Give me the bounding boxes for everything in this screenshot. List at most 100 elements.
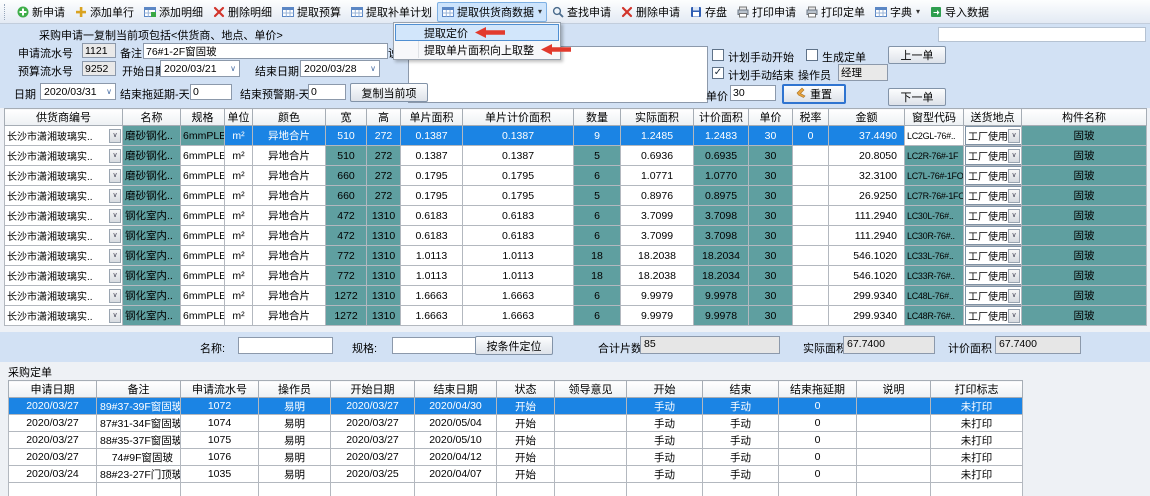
- cell-priced_area[interactable]: 9.9978: [694, 286, 749, 306]
- cell-end[interactable]: 手动: [703, 466, 779, 483]
- cell-leader_opinion[interactable]: [555, 398, 627, 415]
- cell-width[interactable]: 660: [326, 186, 367, 206]
- cell-supplier[interactable]: 长沙市潇湘玻璃实..∨: [5, 126, 123, 146]
- cell-operator[interactable]: 易明: [259, 415, 331, 432]
- cell-qty[interactable]: 18: [574, 246, 621, 266]
- cell-apply_no[interactable]: 1075: [181, 432, 259, 449]
- cell-supplier[interactable]: 长沙市潇湘玻璃实..∨: [5, 206, 123, 226]
- cell-priced_area[interactable]: 0.6935: [694, 146, 749, 166]
- detail-row[interactable]: 长沙市潇湘玻璃实..∨磨砂钢化..6mmPLE..m²异地合片5102720.1…: [5, 146, 1147, 166]
- cell-start_date[interactable]: 2020/03/27: [331, 449, 415, 466]
- cell-end[interactable]: 手动: [703, 449, 779, 466]
- cell-leader_opinion[interactable]: [555, 415, 627, 432]
- cell-apply_date[interactable]: 2020/03/27: [9, 449, 97, 466]
- combo-arrow-icon[interactable]: ∨: [109, 309, 121, 323]
- cell-note[interactable]: [857, 432, 931, 449]
- cell-amount[interactable]: 37.4490: [829, 126, 905, 146]
- combo-arrow-icon[interactable]: ∨: [109, 249, 121, 263]
- cell-width[interactable]: 510: [326, 146, 367, 166]
- cell-color[interactable]: 异地合片: [253, 266, 326, 286]
- cell-window_code[interactable]: LC2GL-76#..: [905, 126, 964, 146]
- toolbar-dictionary-button[interactable]: 字典▾: [870, 2, 925, 22]
- cell-status[interactable]: 开始: [497, 415, 555, 432]
- cell-piece_priced_area[interactable]: 1.6663: [463, 286, 574, 306]
- cell-supplier[interactable]: 长沙市潇湘玻璃实..∨: [5, 306, 123, 326]
- unit-price-field[interactable]: [730, 85, 776, 101]
- cell-piece_priced_area[interactable]: 0.6183: [463, 206, 574, 226]
- cell-print_flag[interactable]: 未打印: [931, 398, 1023, 415]
- cell-start_date[interactable]: 2020/03/27: [331, 398, 415, 415]
- cell-actual_area[interactable]: 18.2038: [621, 266, 694, 286]
- cell-window_code[interactable]: LC30L-76#..: [905, 206, 964, 226]
- cell-amount[interactable]: 32.3100: [829, 166, 905, 186]
- cell-actual_area[interactable]: 9.9979: [621, 306, 694, 326]
- cell-supplier[interactable]: 长沙市潇湘玻璃实..∨: [5, 226, 123, 246]
- cell-piece_area[interactable]: 0.1795: [401, 186, 463, 206]
- cell-color[interactable]: 异地合片: [253, 166, 326, 186]
- cell-end_delay[interactable]: 0: [779, 466, 857, 483]
- toolbar-extract-budget-button[interactable]: 提取预算: [277, 2, 346, 22]
- cell-end[interactable]: 手动: [703, 398, 779, 415]
- combo-arrow-icon[interactable]: ∨: [109, 189, 121, 203]
- cell-height[interactable]: 1310: [367, 266, 401, 286]
- cell-priced_area[interactable]: 9.9978: [694, 306, 749, 326]
- cell-start[interactable]: 手动: [627, 398, 703, 415]
- cell-piece_area[interactable]: 1.6663: [401, 286, 463, 306]
- cell-qty[interactable]: 5: [574, 146, 621, 166]
- cell-window_code[interactable]: LC7R-76#-1FO: [905, 186, 964, 206]
- cell-location[interactable]: 工厂使用∨: [964, 266, 1022, 286]
- cell-height[interactable]: 272: [367, 146, 401, 166]
- cell-operator[interactable]: 易明: [259, 466, 331, 483]
- cell-height[interactable]: 272: [367, 166, 401, 186]
- cell-supplier[interactable]: 长沙市潇湘玻璃实..∨: [5, 286, 123, 306]
- cell-actual_area[interactable]: 1.0771: [621, 166, 694, 186]
- detail-row[interactable]: 长沙市潇湘玻璃实..∨钢化室内..6mmPLE..m²异地合片127213101…: [5, 286, 1147, 306]
- detail-row[interactable]: 长沙市潇湘玻璃实..∨钢化室内..6mmPLE..m²异地合片77213101.…: [5, 246, 1147, 266]
- cell-location[interactable]: 工厂使用∨: [964, 206, 1022, 226]
- cell-unit[interactable]: m²: [225, 306, 253, 326]
- combo-arrow-icon[interactable]: ∨: [109, 269, 121, 283]
- cell-note[interactable]: [857, 449, 931, 466]
- cell-piece_priced_area[interactable]: 0.1387: [463, 126, 574, 146]
- cell-unit_price[interactable]: 30: [749, 146, 793, 166]
- cell-end_delay[interactable]: 0: [779, 398, 857, 415]
- cell-unit_price[interactable]: 30: [749, 246, 793, 266]
- cell-priced_area[interactable]: 1.0770: [694, 166, 749, 186]
- cell-amount[interactable]: 111.2940: [829, 226, 905, 246]
- cell-leader_opinion[interactable]: [555, 466, 627, 483]
- previous-order-button[interactable]: 上一单: [888, 46, 946, 64]
- cell-spec[interactable]: 6mmPLE..: [181, 146, 225, 166]
- combo-arrow-icon[interactable]: ∨: [109, 209, 121, 223]
- cell-priced_area[interactable]: 1.2483: [694, 126, 749, 146]
- cell-window_code[interactable]: LC48L-76#..: [905, 286, 964, 306]
- detail-row[interactable]: 长沙市潇湘玻璃实..∨磨砂钢化..6mmPLE..m²异地合片6602720.1…: [5, 166, 1147, 186]
- cell-height[interactable]: 1310: [367, 226, 401, 246]
- combo-arrow-icon[interactable]: ∨: [1008, 249, 1020, 263]
- cell-location[interactable]: 工厂使用∨: [964, 126, 1022, 146]
- cell-piece_priced_area[interactable]: 0.1795: [463, 166, 574, 186]
- next-order-button[interactable]: 下一单: [888, 88, 946, 106]
- cell-piece_area[interactable]: 0.1795: [401, 166, 463, 186]
- reset-button[interactable]: 重置: [782, 84, 846, 104]
- cell-spec[interactable]: 6mmPLE..: [181, 126, 225, 146]
- cell-name[interactable]: 钢化室内..: [123, 206, 181, 226]
- cell-part_name[interactable]: 固玻: [1022, 126, 1147, 146]
- cell-note[interactable]: [857, 415, 931, 432]
- cell-piece_area[interactable]: 0.6183: [401, 226, 463, 246]
- detail-row[interactable]: 长沙市潇湘玻璃实..∨钢化室内..6mmPLE..m²异地合片47213100.…: [5, 206, 1147, 226]
- cell-status[interactable]: 开始: [497, 398, 555, 415]
- detail-row[interactable]: 长沙市潇湘玻璃实..∨钢化室内..6mmPLE..m²异地合片127213101…: [5, 306, 1147, 326]
- orders-row[interactable]: 2020/03/2488#23-27F门顶玻1035易明2020/03/2520…: [9, 466, 1023, 483]
- cell-name[interactable]: 磨砂钢化..: [123, 166, 181, 186]
- cell-unit[interactable]: m²: [225, 126, 253, 146]
- cell-supplier[interactable]: 长沙市潇湘玻璃实..∨: [5, 246, 123, 266]
- cell-piece_area[interactable]: 0.1387: [401, 146, 463, 166]
- cell-unit[interactable]: m²: [225, 266, 253, 286]
- cell-qty[interactable]: 6: [574, 166, 621, 186]
- cell-name[interactable]: 钢化室内..: [123, 246, 181, 266]
- cell-piece_area[interactable]: 0.1387: [401, 126, 463, 146]
- cell-leader_opinion[interactable]: [555, 432, 627, 449]
- cell-priced_area[interactable]: 18.2034: [694, 266, 749, 286]
- cell-tax_rate[interactable]: 0: [793, 126, 829, 146]
- cell-operator[interactable]: 易明: [259, 398, 331, 415]
